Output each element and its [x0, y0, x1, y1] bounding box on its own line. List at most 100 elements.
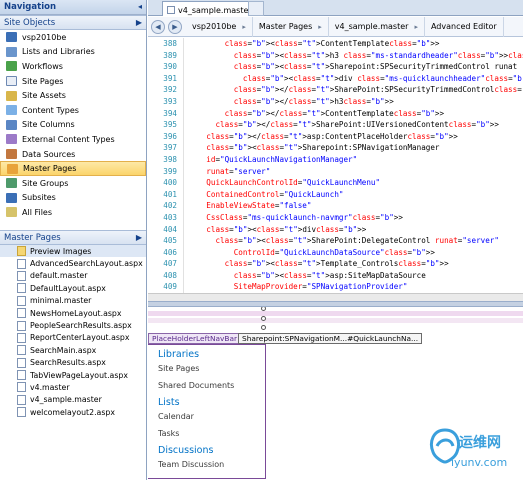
quick-launch-link[interactable]: Tasks [158, 429, 179, 438]
quick-launch-heading[interactable]: Libraries [158, 349, 199, 360]
code-line[interactable]: QuickLaunchControlId="QuickLaunchMenu" [188, 177, 523, 189]
code-line[interactable]: class="b"></class="t">h3class="b">> [188, 96, 523, 108]
control-tag-chip[interactable]: Sharepoint:SPNavigationM...#QuickLaunchN… [238, 333, 423, 344]
sidebar-item-subsites[interactable]: Subsites [0, 191, 146, 206]
code-line[interactable]: class="b"><class="t">divclass="b">> [188, 224, 523, 236]
sidebar-item-data-sources[interactable]: Data Sources [0, 147, 146, 162]
code-editor[interactable]: 388 389 390 391 392 393 394 395 396 397 398 399 400 4… [148, 38, 523, 293]
file-list-item[interactable]: default.master [0, 270, 146, 282]
pin-icon[interactable]: ▶ [136, 233, 142, 242]
code-line[interactable]: class="b"><class="t">Sharepoint:SPSecuri… [188, 61, 523, 73]
sidebar-item-lists-and-libraries[interactable]: Lists and Libraries [0, 45, 146, 60]
file-name: Preview Images [30, 246, 92, 256]
sidebar-item-content-types[interactable]: Content Types [0, 103, 146, 118]
master-page-icon [7, 163, 18, 174]
new-tab-icon[interactable] [248, 1, 264, 16]
quick-launch-link[interactable]: Calendar [158, 412, 194, 421]
quick-launch-link[interactable]: Site Pages [158, 364, 199, 373]
code-line[interactable]: SiteMapProvider="SPNavigationProvider" [188, 281, 523, 293]
code-line[interactable]: class="b"><class="t">h3 class="ms-standa… [188, 50, 523, 62]
breadcrumb-item[interactable]: vsp2010be ▸ [186, 16, 253, 37]
sidebar-item-vsp2010be[interactable]: vsp2010be [0, 30, 146, 45]
collapse-pane-icon[interactable]: ◂ [138, 2, 142, 11]
file-list-item[interactable]: AdvancedSearchLayout.aspx [0, 257, 146, 269]
file-list-item[interactable]: v4.master [0, 381, 146, 393]
code-line[interactable]: class="b"><class="t">div class="ms-quick… [188, 73, 523, 85]
forward-icon[interactable]: ▶ [168, 19, 182, 34]
code-line[interactable]: class="b"><class="t">asp:SiteMapDataSour… [188, 270, 523, 282]
design-view[interactable]: PlaceHolderLeftNavBar Sharepoint:SPNavig… [148, 307, 523, 480]
breadcrumb-separator-icon[interactable]: ▸ [242, 23, 246, 31]
code-line[interactable]: class="b"><class="t">ContentTemplateclas… [188, 38, 523, 50]
file-list-item[interactable]: welcomelayout2.aspx [0, 406, 146, 418]
sidebar-item-site-pages[interactable]: Site Pages [0, 74, 146, 89]
sidebar-item-workflows[interactable]: Workflows [0, 59, 146, 74]
quick-launch-heading[interactable]: Discussions [158, 445, 213, 456]
code-line[interactable]: EnableViewState="false" [188, 200, 523, 212]
sidebar-item-label: Master Pages [23, 164, 77, 174]
code-line[interactable]: class="b"><class="t">Sharepoint:SPNaviga… [188, 142, 523, 154]
file-list-item[interactable]: TabViewPageLayout.aspx [0, 369, 146, 381]
quick-launch-preview[interactable]: Libraries Site Pages Shared Documents Lists… [148, 344, 266, 479]
code-line[interactable]: class="b"></class="t">SharePoint:UIVersi… [188, 119, 523, 131]
breadcrumb-separator-icon[interactable]: ▸ [414, 23, 418, 31]
tab-active-file[interactable]: v4_sample.master [162, 1, 257, 16]
code-line[interactable]: CssClass="ms-quicklaunch-navmgr"class="b… [188, 212, 523, 224]
code-line[interactable]: ControlId="QuickLaunchDataSource"class="… [188, 247, 523, 259]
sidebar-item-master-pages[interactable]: Master Pages [0, 161, 146, 176]
sidebar-item-site-columns[interactable]: Site Columns [0, 118, 146, 133]
file-name: v4_sample.master [30, 395, 102, 405]
file-name: SearchMain.aspx [30, 345, 97, 355]
code-line[interactable]: class="b"><class="t">SharePoint:Delegate… [188, 235, 523, 247]
line-number: 403 [163, 212, 177, 222]
code-line[interactable]: class="b"></class="t">ContentTemplatecla… [188, 108, 523, 120]
file-name: DefaultLayout.aspx [30, 283, 106, 293]
pin-icon[interactable]: ▶ [136, 18, 142, 27]
file-list-item[interactable]: v4_sample.master [0, 394, 146, 406]
code-line[interactable]: class="b"><class="t">Template_Controlscl… [188, 258, 523, 270]
sidebar-item-external-content-types[interactable]: External Content Types [0, 132, 146, 147]
placeholder-tag-chip[interactable]: PlaceHolderLeftNavBar [148, 333, 242, 344]
code-line[interactable]: id="QuickLaunchNavigationManager" [188, 154, 523, 166]
file-list-item[interactable]: DefaultLayout.aspx [0, 282, 146, 294]
file-list-item[interactable]: minimal.master [0, 295, 146, 307]
file-name: SearchResults.aspx [30, 358, 106, 368]
breadcrumb-item[interactable]: Master Pages ▸ [253, 16, 329, 37]
master-pages-header[interactable]: Master Pages ▶ [0, 230, 146, 245]
back-icon[interactable]: ◀ [151, 19, 165, 34]
file-list-item[interactable]: SearchMain.aspx [0, 344, 146, 356]
horizontal-scrollbar[interactable] [148, 293, 523, 301]
code-line[interactable]: class="b"></class="t">asp:ContentPlaceHo… [188, 131, 523, 143]
design-region-band [148, 311, 523, 316]
sidebar-item-site-groups[interactable]: Site Groups [0, 176, 146, 191]
quick-launch-link[interactable]: Team Discussion [158, 460, 224, 469]
file-list-item[interactable]: NewsHomeLayout.aspx [0, 307, 146, 319]
file-list-item[interactable]: SearchResults.aspx [0, 357, 146, 369]
line-number: 393 [163, 96, 177, 106]
file-name: ReportCenterLayout.aspx [30, 333, 130, 343]
sidebar-item-label: Subsites [22, 193, 56, 203]
code-lines[interactable]: class="b"><class="t">ContentTemplateclas… [188, 38, 523, 293]
group-icon [6, 178, 17, 189]
sidebar-item-label: Site Columns [22, 120, 75, 130]
sidebar-item-site-assets[interactable]: Site Assets [0, 88, 146, 103]
breadcrumb-separator-icon[interactable]: ▸ [318, 23, 322, 31]
code-line[interactable]: ContainedControl="QuickLaunch" [188, 189, 523, 201]
folder-icon [17, 246, 26, 257]
file-list-item[interactable]: PeopleSearchResults.aspx [0, 319, 146, 331]
quick-launch-link[interactable]: Shared Documents [158, 381, 234, 390]
navigation-header: Navigation ◂ [0, 0, 146, 15]
breadcrumb-item[interactable]: Advanced Editor [425, 16, 504, 37]
site-objects-header[interactable]: Site Objects ▶ [0, 15, 146, 30]
file-list-item[interactable]: ReportCenterLayout.aspx [0, 332, 146, 344]
column-icon [6, 119, 17, 130]
breadcrumb-item[interactable]: v4_sample.master ▸ [329, 16, 425, 37]
resize-handle[interactable] [261, 316, 266, 321]
sidebar-item-all-files[interactable]: All Files [0, 205, 146, 220]
resize-handle[interactable] [261, 325, 266, 330]
file-list-item[interactable]: Preview Images [0, 245, 146, 258]
file-icon [17, 320, 26, 331]
quick-launch-heading[interactable]: Lists [158, 397, 180, 408]
code-line[interactable]: runat="server" [188, 166, 523, 178]
code-line[interactable]: class="b"></class="t">SharePoint:SPSecur… [188, 84, 523, 96]
